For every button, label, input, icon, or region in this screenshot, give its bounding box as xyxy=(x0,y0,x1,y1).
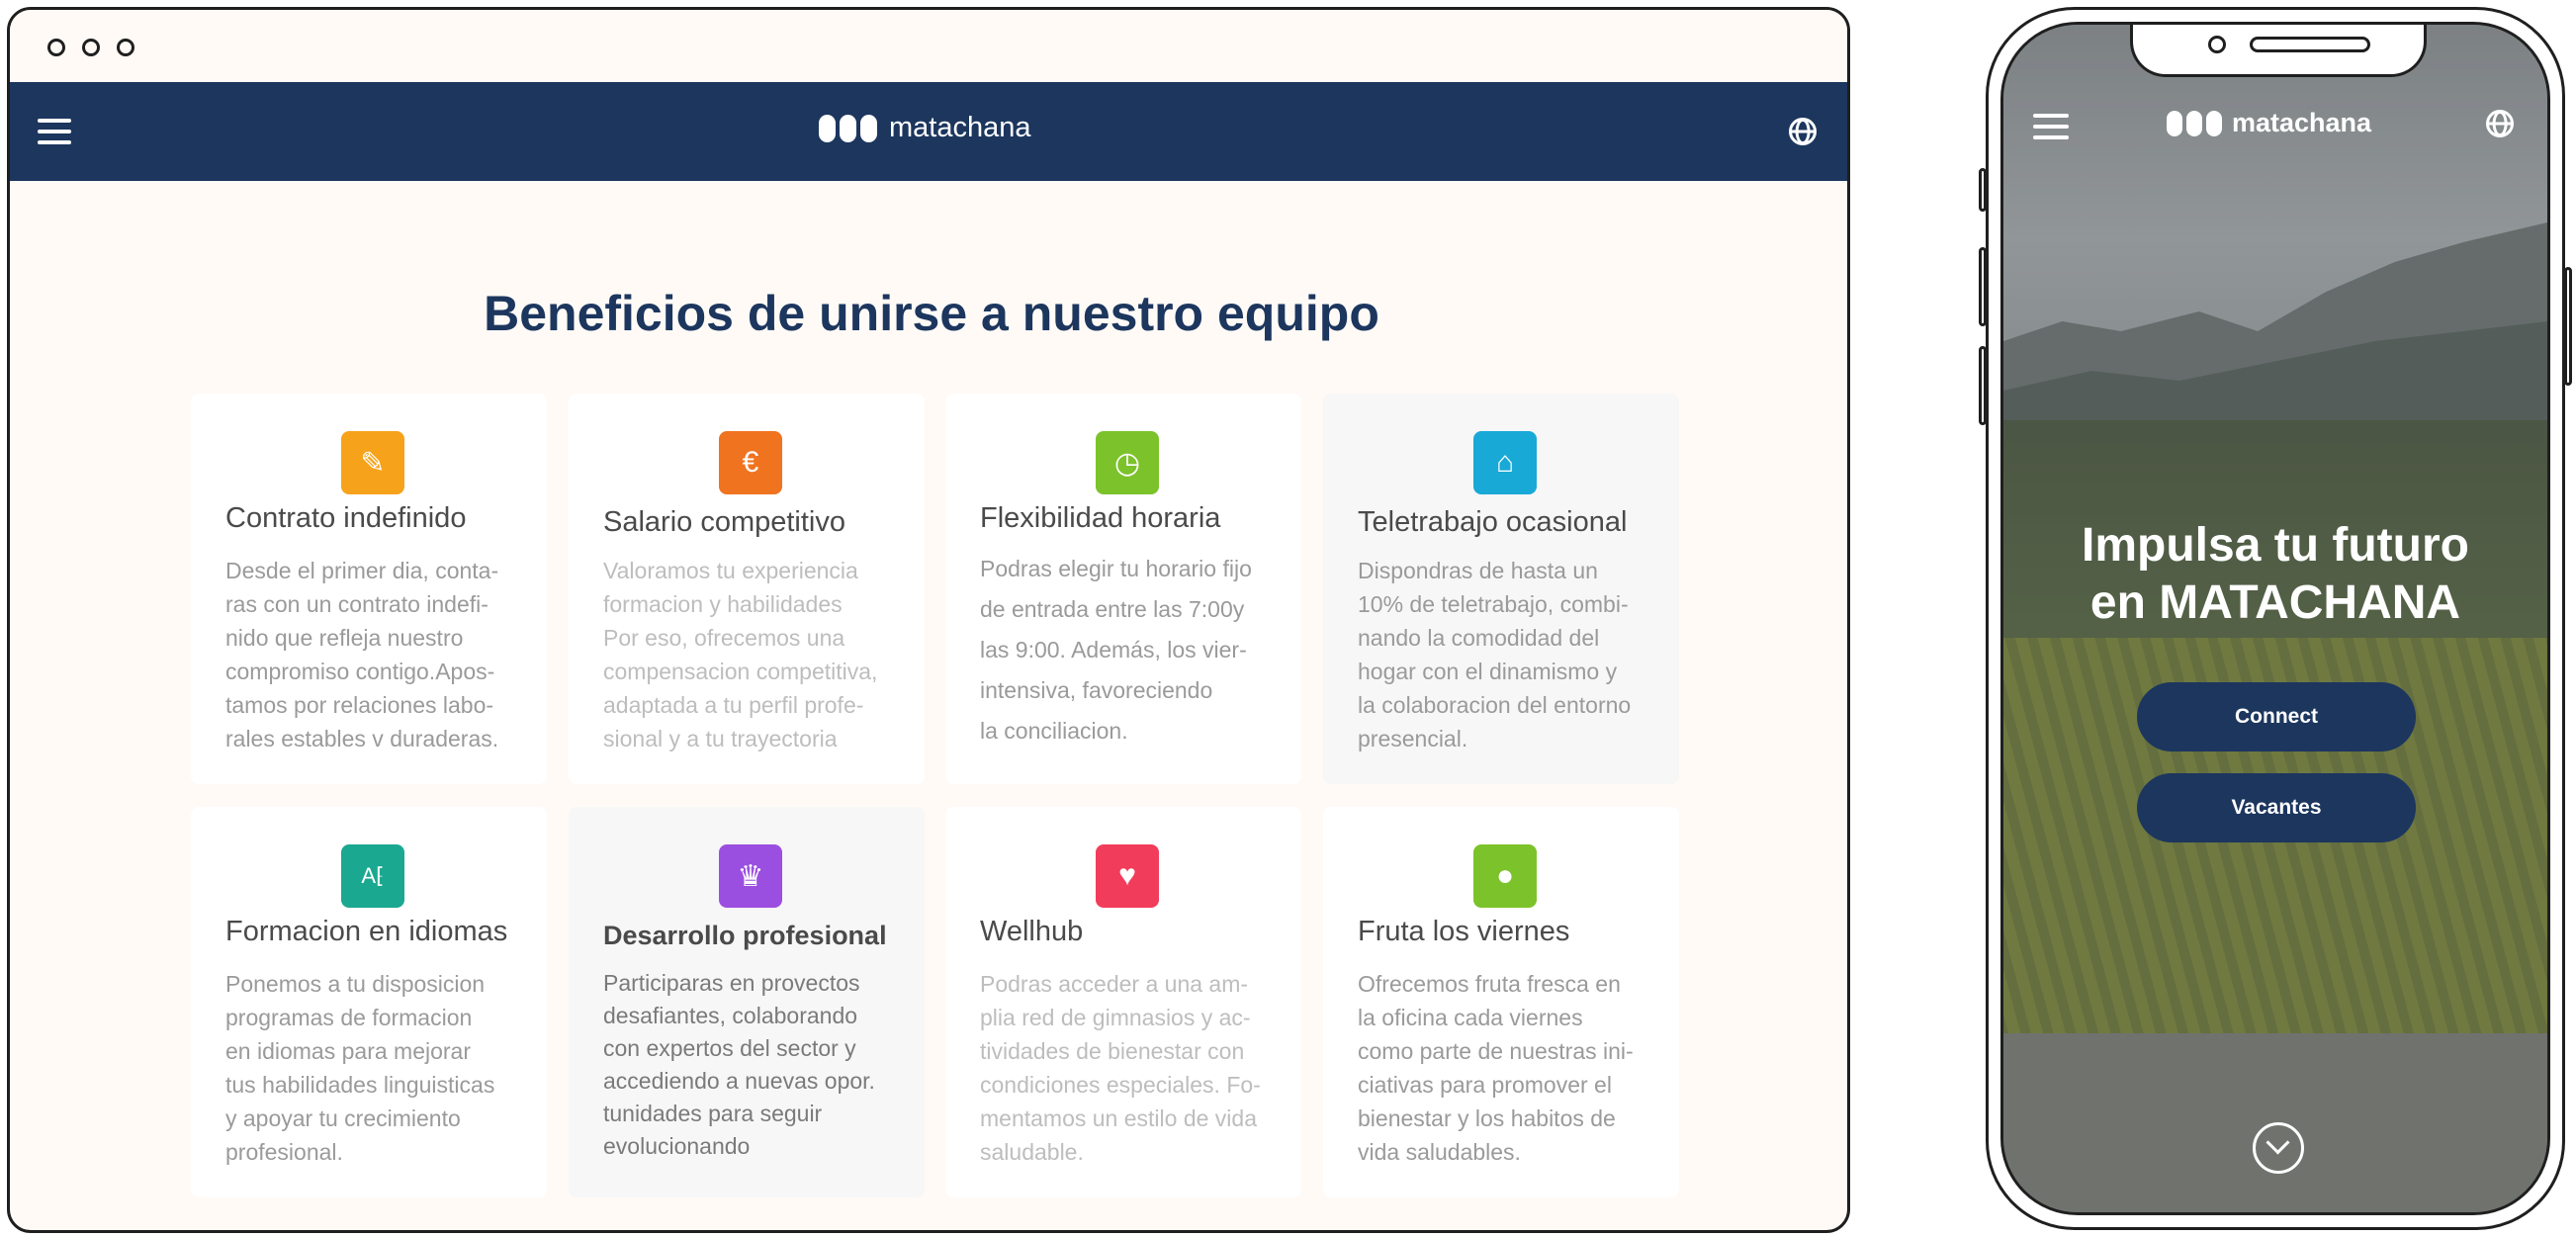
logo-mark-icon xyxy=(819,114,877,142)
heartbeat-icon: ♥ xyxy=(1096,844,1159,908)
benefit-card: A⁅ Formacion en idiomas Ponemos a tu dis… xyxy=(191,807,547,1197)
hero-title: Impulsa tu futuro en MATACHANA xyxy=(2082,519,2469,629)
phone-frame: matachana Impulsa tu futuro en MATACHANA… xyxy=(1979,7,2572,1230)
brand-name: matachana xyxy=(2232,108,2372,137)
benefit-description: Valoramos tu experiencia formacion y habi… xyxy=(603,558,878,751)
globe-icon[interactable] xyxy=(1789,118,1817,145)
window-control-dot[interactable] xyxy=(82,39,100,56)
benefit-title: Contrato indefinido xyxy=(225,502,467,534)
connect-button[interactable]: Connect xyxy=(2137,682,2416,751)
brand-logo[interactable]: matachana xyxy=(819,112,1031,144)
benefit-title: Desarrollo profesional xyxy=(603,921,887,950)
contract-icon: ✎ xyxy=(341,431,404,494)
scroll-down-icon[interactable] xyxy=(2253,1122,2304,1174)
menu-icon[interactable] xyxy=(2033,114,2069,141)
benefit-description: Podras acceder a una am- plia red de gim… xyxy=(980,971,1261,1165)
euro-icon: € xyxy=(719,431,782,494)
benefit-description: Desde el primer dia, conta-ras con un co… xyxy=(225,558,499,751)
speaker-icon xyxy=(2250,37,2370,52)
language-icon: A⁅ xyxy=(341,844,404,908)
camera-icon xyxy=(2208,36,2226,53)
benefit-card: ◷ Flexibilidad horaria Podras elegir tu … xyxy=(945,394,1301,784)
benefit-title: Wellhub xyxy=(980,916,1084,947)
benefit-title: Salario competitivo xyxy=(603,506,845,538)
benefit-card: ♛ Desarrollo profesional Participaras en… xyxy=(569,807,925,1197)
benefit-card: € Salario competitivo Valoramos tu exper… xyxy=(569,394,925,784)
menu-icon[interactable] xyxy=(38,119,71,144)
benefit-description: Ponemos a tu disposicion programas de fo… xyxy=(225,971,495,1165)
benefit-card: ● Fruta los viernes Ofrecemos fruta fres… xyxy=(1323,807,1679,1197)
benefit-description: Dispondras de hasta un 10% de teletrabajo… xyxy=(1358,558,1632,751)
window-control-dot[interactable] xyxy=(117,39,134,56)
benefit-title: Fruta los viernes xyxy=(1358,916,1570,947)
benefit-title: Formacion en idiomas xyxy=(225,916,508,947)
phone-side-button xyxy=(2564,267,2572,386)
benefit-description: Ofrecemos fruta fresca en la oficina cada… xyxy=(1358,971,1634,1165)
window-control-dot[interactable] xyxy=(47,39,65,56)
vacantes-button[interactable]: Vacantes xyxy=(2137,773,2416,842)
phone-side-button xyxy=(1979,247,1987,326)
phone-side-button xyxy=(1979,346,1987,425)
trophy-icon: ♛ xyxy=(719,844,782,908)
benefit-card: ♥ Wellhub Podras acceder a una am- plia … xyxy=(945,807,1301,1197)
benefit-description: Podras elegir tu horario fijo de entrada … xyxy=(980,556,1252,744)
globe-icon[interactable] xyxy=(2486,110,2514,137)
browser-window: matachana Beneficios de unirse a nuestro… xyxy=(7,7,1850,1233)
benefit-title: Teletrabajo ocasional xyxy=(1358,506,1628,538)
home-icon: ⌂ xyxy=(1473,431,1537,494)
apple-icon: ● xyxy=(1473,844,1537,908)
benefit-card: ✎ Contrato indefinido Desde el primer di… xyxy=(191,394,547,784)
phone-screen: matachana Impulsa tu futuro en MATACHANA… xyxy=(2000,22,2550,1215)
benefits-heading: Beneficios de unirse a nuestro equipo xyxy=(484,286,1379,341)
site-header: matachana xyxy=(10,82,1847,181)
benefit-description: Participaras en provectos desafiantes, co… xyxy=(603,970,875,1159)
browser-titlebar xyxy=(10,10,1847,82)
logo-mark-icon xyxy=(2167,110,2222,136)
brand-name: matachana xyxy=(889,112,1031,143)
benefit-card: ⌂ Teletrabajo ocasional Dispondras de ha… xyxy=(1323,394,1679,784)
clock-icon: ◷ xyxy=(1096,431,1159,494)
benefit-title: Flexibilidad horaria xyxy=(980,502,1221,534)
brand-logo[interactable]: matachana xyxy=(2167,108,2371,138)
phone-side-button xyxy=(1979,168,1987,212)
phone-notch xyxy=(2130,25,2427,77)
